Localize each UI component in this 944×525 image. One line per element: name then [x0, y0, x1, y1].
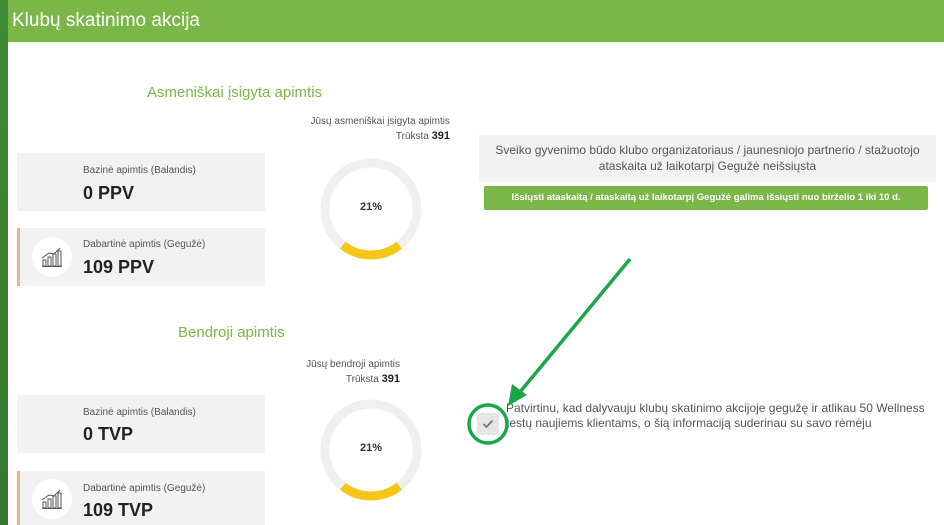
personal-gauge-caption-text: Jūsų asmeniškai įsigyta apimtis	[310, 116, 451, 127]
personal-missing-label: Trūksta	[395, 131, 429, 142]
confirm-checkbox[interactable]	[477, 413, 499, 435]
personal-current-card: Dabartinė apimtis (Gegužė) 109 PPV	[17, 228, 265, 286]
page-header: Klubų skatinimo akcija	[8, 0, 944, 42]
personal-gauge-caption: Jūsų asmeniškai įsigyta apimtis Trūksta …	[270, 116, 451, 142]
total-gauge-caption-text: Jūsų bendroji apimtis	[306, 359, 400, 370]
total-gauge-caption: Jūsų bendroji apimtis Trūksta 391	[220, 359, 400, 385]
personal-current-label: Dabartinė apimtis (Gegužė)	[83, 239, 206, 250]
page-title: Klubų skatinimo akcija	[12, 10, 200, 31]
report-status-text: Sveiko gyvenimo būdo klubo organizatoria…	[495, 143, 920, 173]
personal-base-card: Bazinė apimtis (Balandis) 0 PPV	[17, 153, 265, 211]
total-current-card: Dabartinė apimtis (Gegužė) 109 TVP	[17, 471, 265, 525]
total-base-card: Bazinė apimtis (Balandis) 0 TVP	[17, 395, 265, 453]
send-report-button[interactable]: Išsiųsti ataskaitą / ataskaitą už laikot…	[484, 186, 928, 210]
personal-gauge-fill	[340, 241, 402, 260]
personal-current-value: 109 PPV	[83, 257, 155, 277]
total-current-value: 109 TVP	[83, 500, 154, 520]
growth-icon-wrap	[32, 237, 72, 277]
check-icon	[482, 419, 494, 429]
total-gauge-percent: 21%	[359, 442, 383, 454]
total-current-label: Dabartinė apimtis (Gegužė)	[83, 483, 206, 494]
personal-gauge-percent: 21%	[359, 201, 383, 213]
personal-gauge: 21%	[319, 157, 423, 261]
bar-chart-growth-icon	[41, 489, 62, 509]
confirm-label[interactable]: Patvirtinu, kad dalyvauju klubų skatinim…	[506, 401, 936, 431]
total-gauge-fill	[340, 482, 402, 501]
personal-base-label: Bazinė apimtis (Balandis)	[83, 165, 196, 176]
total-base-label: Bazinė apimtis (Balandis)	[83, 407, 196, 418]
personal-base-value: 0 PPV	[83, 183, 135, 203]
personal-missing-value: 391	[431, 130, 450, 142]
total-gauge: 21%	[319, 398, 423, 502]
bar-chart-growth-icon	[41, 247, 62, 267]
growth-icon-wrap	[32, 479, 72, 519]
report-status-box: Sveiko gyvenimo būdo klubo organizatoria…	[479, 135, 936, 182]
total-missing-value: 391	[381, 373, 400, 385]
personal-section-title: Asmeniškai įsigyta apimtis	[147, 84, 323, 101]
total-base-value: 0 TVP	[83, 424, 134, 444]
total-missing-label: Trūksta	[345, 374, 379, 385]
total-section-title: Bendroji apimtis	[178, 324, 285, 341]
